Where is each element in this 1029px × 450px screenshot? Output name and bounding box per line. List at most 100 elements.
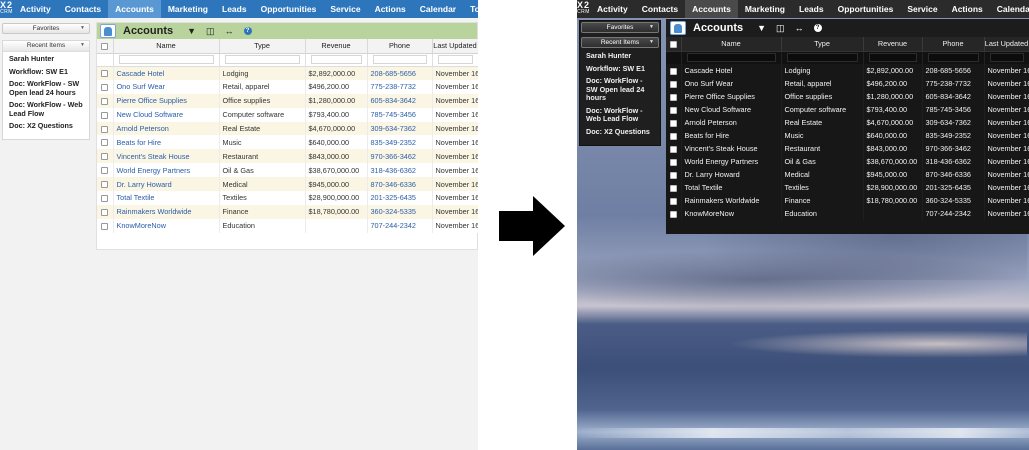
row-checkbox[interactable]: [669, 119, 677, 127]
table-row[interactable]: Beats for Hire Music $640,000.00 835-349-23…: [97, 135, 478, 150]
column-header-phone[interactable]: Phone: [922, 37, 985, 52]
nav-leads[interactable]: Leads: [792, 0, 831, 18]
recent-item[interactable]: Sarah Hunter: [586, 51, 654, 61]
account-phone-link[interactable]: 835-349-2352: [367, 135, 433, 150]
filter-input[interactable]: [310, 55, 362, 64]
nav-accounts[interactable]: Accounts: [108, 0, 161, 18]
row-checkbox[interactable]: [669, 184, 677, 192]
account-name-link[interactable]: Pierre Office Supplies: [113, 93, 220, 108]
nav-calendar[interactable]: Calendar: [990, 0, 1029, 18]
table-row[interactable]: Pierre Office Supplies Office supplies $1,…: [666, 90, 1029, 103]
account-phone-link[interactable]: 201-325-6435: [922, 181, 985, 194]
recent-item[interactable]: Workflow: SW E1: [9, 67, 83, 77]
table-row[interactable]: Cascade Hotel Lodging $2,892,000.00 208-685…: [97, 66, 478, 80]
row-checkbox[interactable]: [669, 80, 677, 88]
nav-service[interactable]: Service: [323, 0, 367, 18]
table-row[interactable]: Cascade Hotel Lodging $2,892,000.00 208-685…: [666, 64, 1029, 77]
column-header-phone[interactable]: Phone: [367, 39, 433, 54]
account-name-link[interactable]: Cascade Hotel: [681, 64, 782, 77]
filter-input[interactable]: [224, 55, 300, 64]
table-row[interactable]: Dr. Larry Howard Medical $945,000.00 870-34…: [97, 177, 478, 192]
nav-accounts[interactable]: Accounts: [685, 0, 738, 18]
account-name-link[interactable]: KnowMoreNow: [113, 218, 220, 233]
account-phone-link[interactable]: 201-325-6435: [367, 191, 433, 205]
table-row[interactable]: Ono Surf Wear Retail, apparel $496,200.00 7…: [97, 79, 478, 94]
row-checkbox[interactable]: [101, 167, 109, 175]
table-row[interactable]: World Energy Partners Oil & Gas $38,670,00…: [666, 155, 1029, 168]
recent-items-toggle[interactable]: Recent Items ▼: [581, 37, 659, 48]
help-icon[interactable]: ?: [813, 24, 822, 32]
column-header-last-updated[interactable]: Last Updated: [432, 39, 478, 54]
table-row[interactable]: Dr. Larry Howard Medical $945,000.00 870-34…: [666, 168, 1029, 181]
filter-input[interactable]: [118, 55, 214, 64]
account-phone-link[interactable]: 318-436-6362: [922, 155, 985, 168]
row-checkbox[interactable]: [669, 67, 677, 75]
account-phone-link[interactable]: 605-834-3642: [922, 90, 985, 103]
account-phone-link[interactable]: 318-436-6362: [367, 163, 433, 178]
account-name-link[interactable]: Arnold Peterson: [113, 121, 220, 136]
table-row[interactable]: Total Textile Textiles $28,900,000.00 201-3…: [97, 191, 478, 205]
x2crm-logo[interactable]: X2 CRM: [0, 0, 13, 18]
filter-input[interactable]: [927, 53, 979, 63]
column-header-last-updated[interactable]: Last Updated: [984, 37, 1029, 52]
row-checkbox[interactable]: [101, 111, 109, 119]
account-name-link[interactable]: Total Textile: [681, 181, 782, 194]
row-checkbox[interactable]: [101, 153, 109, 161]
table-row[interactable]: New Cloud Software Computer software $793,…: [666, 103, 1029, 116]
table-row[interactable]: Rainmakers Worldwide Finance $18,780,000.0…: [666, 194, 1029, 207]
recent-item[interactable]: Doc: WorkFlow - Web Lead Flow: [586, 106, 654, 124]
nav-opportunities[interactable]: Opportunities: [831, 0, 901, 18]
row-checkbox[interactable]: [101, 208, 109, 216]
row-checkbox[interactable]: [669, 171, 677, 179]
account-phone-link[interactable]: 707-244-2342: [922, 207, 985, 220]
column-header-type[interactable]: Type: [781, 37, 864, 52]
recent-item[interactable]: Doc: X2 Questions: [9, 121, 83, 131]
account-phone-link[interactable]: 309-634-7362: [367, 121, 433, 136]
nav-service[interactable]: Service: [900, 0, 944, 18]
favorites-toggle[interactable]: Favorites ▼: [581, 22, 659, 33]
table-row[interactable]: Total Textile Textiles $28,900,000.00 201-3…: [666, 181, 1029, 194]
table-row[interactable]: Vincent's Steak House Restaurant $843,000.…: [97, 149, 478, 164]
favorites-toggle[interactable]: Favorites ▼: [2, 23, 90, 34]
account-name-link[interactable]: Beats for Hire: [681, 129, 782, 142]
nav-calendar[interactable]: Calendar: [413, 0, 463, 18]
row-checkbox[interactable]: [669, 210, 677, 218]
column-header-revenue[interactable]: Revenue: [863, 37, 923, 52]
recent-item[interactable]: Sarah Hunter: [9, 54, 83, 64]
table-row[interactable]: KnowMoreNow Education 707-244-2342 November…: [97, 218, 478, 233]
table-row[interactable]: Beats for Hire Music $640,000.00 835-349-23…: [666, 129, 1029, 142]
account-phone-link[interactable]: 360-324-5335: [367, 204, 433, 219]
account-phone-link[interactable]: 309-634-7362: [922, 116, 985, 129]
account-phone-link[interactable]: 785-745-3456: [367, 107, 433, 122]
row-checkbox[interactable]: [669, 158, 677, 166]
filter-input[interactable]: [686, 53, 776, 63]
columns-icon[interactable]: ◫: [206, 26, 215, 37]
filter-icon[interactable]: ▼: [187, 26, 196, 36]
account-name-link[interactable]: Arnold Peterson: [681, 116, 782, 129]
table-row[interactable]: World Energy Partners Oil & Gas $38,670,00…: [97, 163, 478, 178]
row-checkbox[interactable]: [101, 70, 109, 78]
table-row[interactable]: KnowMoreNow Education 707-244-2342 November…: [666, 207, 1029, 220]
account-phone-link[interactable]: 707-244-2342: [367, 218, 433, 233]
account-name-link[interactable]: Vincent's Steak House: [113, 149, 220, 164]
filter-input[interactable]: [372, 55, 427, 64]
account-name-link[interactable]: KnowMoreNow: [681, 207, 782, 220]
table-row[interactable]: Ono Surf Wear Retail, apparel $496,200.00 7…: [666, 77, 1029, 90]
account-name-link[interactable]: Beats for Hire: [113, 135, 220, 150]
recent-items-toggle[interactable]: Recent Items ▼: [3, 41, 89, 52]
row-checkbox[interactable]: [101, 195, 109, 203]
filter-input[interactable]: [786, 53, 858, 63]
resize-icon[interactable]: ↔: [795, 23, 804, 33]
account-phone-link[interactable]: 775-238-7732: [367, 79, 433, 94]
table-row[interactable]: Arnold Peterson Real Estate $4,670,000.00 3…: [666, 116, 1029, 129]
recent-item[interactable]: Doc: WorkFlow - Web Lead Flow: [9, 100, 83, 118]
filter-icon[interactable]: ▼: [757, 23, 766, 33]
account-name-link[interactable]: Ono Surf Wear: [681, 77, 782, 90]
table-row[interactable]: Vincent's Steak House Restaurant $843,000.…: [666, 142, 1029, 155]
row-checkbox[interactable]: [101, 97, 109, 105]
recent-item[interactable]: Doc: WorkFlow - SW Open lead 24 hours: [9, 79, 83, 97]
account-name-link[interactable]: Total Textile: [113, 191, 220, 205]
account-name-link[interactable]: World Energy Partners: [113, 163, 220, 178]
account-phone-link[interactable]: 785-745-3456: [922, 103, 985, 116]
nav-marketing[interactable]: Marketing: [738, 0, 792, 18]
